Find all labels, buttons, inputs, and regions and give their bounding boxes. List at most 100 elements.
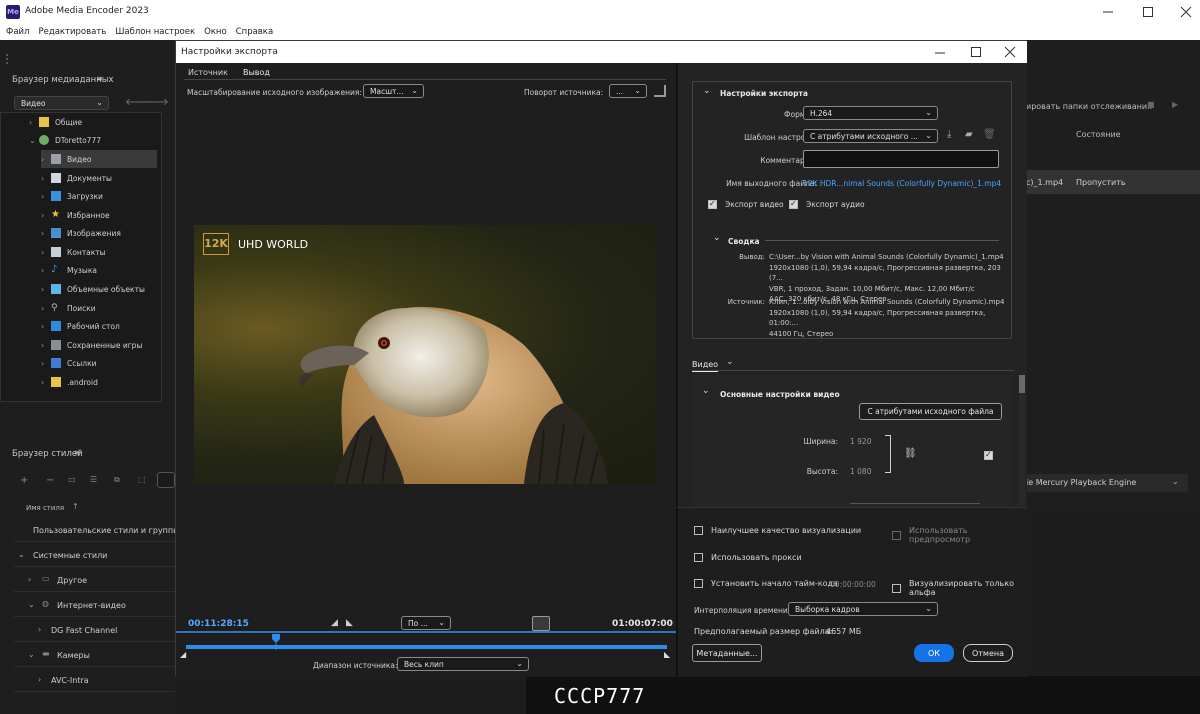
menu-edit[interactable]: Редактировать [38, 27, 106, 37]
delete-preset-icon[interactable]: 🗑 [983, 129, 996, 140]
use-previews-option[interactable]: Использовать предпросмотр [892, 526, 1027, 544]
import-preset-icon[interactable]: ▰ [965, 129, 973, 140]
tree-item[interactable]: › Сохраненные игры [41, 336, 161, 354]
export-video-checkbox[interactable] [708, 199, 717, 209]
metadata-button[interactable]: Метаданные... [692, 644, 762, 662]
tree-item[interactable]: › Документы [41, 169, 161, 187]
list-item[interactable]: ⌄ ◍ Интернет-видео [14, 593, 175, 617]
queue-row[interactable]: c)_1.mp4 Пропустить [1026, 170, 1200, 194]
minimize-icon[interactable] [1102, 6, 1114, 18]
tree-item[interactable]: › Объемные объекты [41, 280, 161, 298]
maximize-icon[interactable] [1142, 6, 1154, 18]
remove-icon[interactable]: − [46, 475, 54, 486]
use-proxies-option[interactable]: Использовать прокси [694, 553, 802, 562]
settings-scrollbar[interactable] [1019, 375, 1025, 505]
tree-item[interactable]: › Загрузки [41, 187, 161, 205]
list-item[interactable]: › DG Fast Channel [14, 618, 175, 642]
style-search-input[interactable] [157, 472, 175, 488]
close-icon[interactable] [1180, 6, 1192, 18]
start-timecode-checkbox[interactable] [694, 579, 703, 588]
height-value[interactable]: 1 080 [850, 467, 871, 476]
video-section-chevron-icon[interactable]: ⌄ [702, 386, 710, 396]
tree-item[interactable]: › Общие [29, 113, 161, 131]
crop-icon[interactable] [654, 85, 666, 97]
menu-help[interactable]: Справка [236, 27, 273, 37]
menu-window[interactable]: Окно [204, 27, 227, 37]
tree-item[interactable]: › Контакты [41, 243, 161, 261]
add-icon[interactable]: + [20, 475, 28, 486]
menu-preset[interactable]: Шаблон настроек [115, 27, 195, 37]
minimize-icon[interactable] [934, 47, 946, 59]
render-alpha-option[interactable]: Визуализировать только альфа [892, 579, 1027, 597]
panel-menu-icon[interactable]: ≡ [74, 448, 81, 457]
tree-item[interactable]: › .android [41, 373, 161, 391]
tree-item[interactable]: › Ссылки [41, 354, 161, 372]
stop-icon[interactable]: ■ [1147, 100, 1155, 109]
summary-chevron-icon[interactable]: ⌄ [713, 233, 721, 243]
group-icon[interactable]: ▭ [68, 475, 76, 484]
range-select[interactable]: Весь клип ⌄ [397, 657, 529, 671]
tab-chevron-icon[interactable]: ⌄ [726, 357, 734, 367]
menu-file[interactable]: Файл [6, 27, 29, 37]
format-select[interactable]: H.264 ⌄ [803, 106, 938, 120]
match-source-checkbox[interactable] [984, 450, 993, 460]
style-name-column[interactable]: Имя стиля [26, 504, 64, 512]
cancel-button[interactable]: Отмена [963, 644, 1013, 662]
max-quality-option[interactable]: Наилучшее качество визуализации [694, 526, 861, 535]
list-item[interactable]: ⌄ ▬ Камеры [14, 643, 175, 667]
in-point-marker[interactable]: ◢ [180, 650, 186, 659]
interp-select[interactable]: Выборка кадров ⌄ [788, 602, 938, 616]
list-item[interactable]: ⌄ Системные стили [14, 543, 175, 567]
tree-item[interactable]: › ♪ Музыка [41, 261, 161, 279]
watch-folders-label[interactable]: ировать папки отслеживания [1026, 102, 1152, 111]
export-icon[interactable]: ⬚ [138, 475, 146, 484]
renderer-select[interactable]: ie Mercury Playback Engine ⌄ [1026, 474, 1188, 492]
chain-link-icon[interactable]: ⛓ [904, 448, 917, 459]
use-previews-checkbox[interactable] [892, 530, 901, 540]
close-icon[interactable] [1004, 46, 1016, 58]
tree-item-selected[interactable]: › Видео [41, 150, 157, 168]
forward-arrow-icon[interactable]: 🡒 [142, 96, 169, 108]
export-audio-option[interactable]: Экспорт аудио [789, 199, 865, 209]
view-select[interactable]: Видео ⌄ [14, 96, 109, 110]
save-preset-icon[interactable]: ⤓ [947, 129, 951, 140]
timecode-current[interactable]: 00:11:28:15 [188, 619, 249, 629]
use-proxies-checkbox[interactable] [694, 553, 703, 562]
section-chevron-icon[interactable]: ⌄ [703, 86, 711, 96]
out-point-marker[interactable]: ◣ [664, 650, 670, 659]
max-quality-checkbox[interactable] [694, 526, 703, 535]
panel-menu-icon[interactable]: ≡ [96, 74, 103, 83]
comments-input[interactable] [803, 150, 999, 168]
export-video-option[interactable]: Экспорт видео [708, 199, 784, 209]
preset-select[interactable]: С атрибутами исходного ... ⌄ [803, 129, 938, 143]
rotation-select[interactable]: ... ⌄ [609, 84, 647, 98]
timeline-track[interactable] [186, 645, 667, 649]
tree-item[interactable]: › ⚲ Поиски [41, 299, 161, 317]
source-scaling-select[interactable]: Масшт... ⌄ [363, 84, 424, 98]
list-item[interactable]: › ▭ Другое [14, 568, 175, 592]
fit-select[interactable]: По ... ⌄ [401, 616, 451, 630]
match-source-button[interactable]: С атрибутами исходного файла [859, 403, 1002, 420]
export-audio-checkbox[interactable] [789, 199, 798, 209]
set-in-point-icon[interactable]: ◢ [331, 618, 338, 628]
output-name-link[interactable]: 12K HDR...nimal Sounds (Colorfully Dynam… [803, 179, 1001, 188]
list-item[interactable]: Пользовательские стили и группы [14, 518, 179, 542]
duplicate-icon[interactable]: ⧉ [114, 475, 120, 485]
playhead[interactable] [272, 634, 280, 650]
safe-margins-icon[interactable] [532, 616, 550, 631]
tree-item[interactable]: › Рабочий стол [41, 317, 161, 335]
play-icon[interactable]: ▶ [1172, 100, 1178, 109]
tree-item[interactable]: › ★ Избранное [41, 206, 161, 224]
start-timecode-value[interactable]: 00:00:00:00 [830, 580, 876, 589]
set-out-point-icon[interactable]: ◣ [346, 618, 353, 628]
tree-item[interactable]: › Изображения [41, 224, 161, 242]
ok-button[interactable]: ОК [914, 644, 954, 662]
settings-icon[interactable]: ☰ [90, 475, 97, 484]
tree-item[interactable]: ⌄ DToretto777 [29, 131, 161, 149]
width-value[interactable]: 1 920 [850, 437, 871, 446]
tab-source[interactable]: Источник [188, 68, 228, 77]
start-timecode-option[interactable]: Установить начало тайм-кода [694, 579, 838, 588]
maximize-icon[interactable] [970, 46, 982, 58]
render-alpha-checkbox[interactable] [892, 583, 901, 593]
list-item[interactable]: › AVC-Intra [14, 668, 175, 692]
